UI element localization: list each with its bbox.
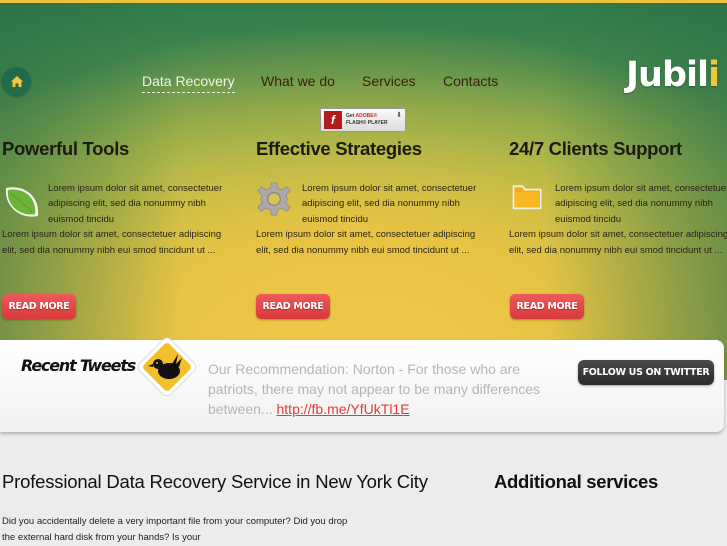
twitter-bird-icon xyxy=(137,337,197,397)
recent-tweets-title: Recent Tweets xyxy=(21,356,136,375)
nav-item-contacts[interactable]: Contacts xyxy=(443,73,498,89)
home-button[interactable] xyxy=(2,67,31,96)
feature-clients-support: 24/7 Clients Support Lorem ipsum dolor s… xyxy=(509,138,727,256)
additional-services-heading: Additional services xyxy=(494,471,658,492)
download-arrow-icon: ⬇ xyxy=(396,112,402,119)
read-more-button-powerful-tools[interactable]: READ MORE xyxy=(2,294,76,319)
feature-effective-strategies: Effective Strategies Lorem ipsum dolor s… xyxy=(256,138,481,256)
feature-intro: Lorem ipsum dolor sit amet, consectetuer… xyxy=(302,183,477,225)
feature-title: Effective Strategies xyxy=(256,138,422,159)
nav-item-services[interactable]: Services xyxy=(362,73,416,89)
feature-title: 24/7 Clients Support xyxy=(509,138,682,159)
feature-body: Lorem ipsum dolor sit amet, consectetuer… xyxy=(509,229,727,256)
read-more-button-effective-strategies[interactable]: READ MORE xyxy=(256,294,330,319)
tweet-link[interactable]: http://fb.me/YfUkTl1E xyxy=(277,401,410,417)
nav-item-data-recovery[interactable]: Data Recovery xyxy=(142,73,235,93)
top-accent-bar xyxy=(0,0,727,3)
recent-tweets-bar: Recent Tweets Our Recommendation: Norton… xyxy=(0,337,724,432)
site-logo[interactable]: Jubili xyxy=(626,55,720,95)
tweet-text: Our Recommendation: Norton - For those w… xyxy=(208,361,541,417)
read-more-button-clients-support[interactable]: READ MORE xyxy=(510,294,584,319)
feature-powerful-tools: Powerful Tools Lorem ipsum dolor sit ame… xyxy=(2,138,227,256)
nav-item-what-we-do[interactable]: What we do xyxy=(261,73,335,89)
feature-body: Lorem ipsum dolor sit amet, consectetuer… xyxy=(256,229,476,256)
main-body-text: Did you accidentally delete a very impor… xyxy=(2,516,348,543)
feature-body: Lorem ipsum dolor sit amet, consectetuer… xyxy=(2,229,222,256)
home-icon xyxy=(10,76,23,87)
flash-icon: f xyxy=(324,111,342,129)
get-flash-player-badge[interactable]: f Get ADOBE® FLASH® PLAYER ⬇ xyxy=(320,108,406,132)
feature-title: Powerful Tools xyxy=(2,138,130,159)
main-heading: Professional Data Recovery Service in Ne… xyxy=(2,471,428,492)
feature-intro: Lorem ipsum dolor sit amet, consectetuer… xyxy=(555,183,727,225)
follow-us-on-twitter-button[interactable]: FOLLOW US ON TWITTER xyxy=(578,360,714,385)
feature-intro: Lorem ipsum dolor sit amet, consectetuer… xyxy=(48,183,223,225)
